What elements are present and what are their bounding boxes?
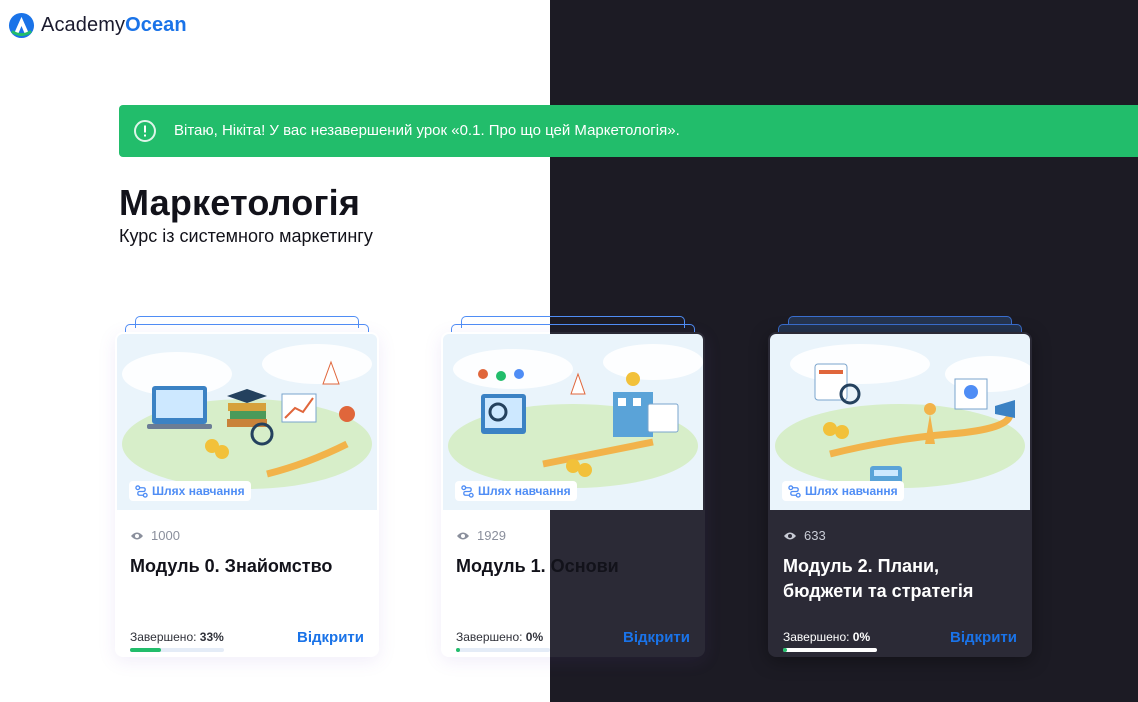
module-card-body: Шлях навчання 1929 Модуль 1. Основи Заве… (441, 332, 705, 657)
progress-bar (130, 648, 224, 652)
page-title: Маркетологія (119, 182, 361, 223)
progress-bar-fill (456, 648, 460, 652)
views-count: 1929 (456, 528, 506, 543)
module-card-body: Шлях навчання 1000 Модуль 0. Знайомство … (115, 332, 379, 657)
route-icon (788, 484, 801, 498)
logo-icon (8, 12, 35, 39)
logo-text: AcademyOcean (41, 14, 187, 36)
completion-text: Завершено: 0% (783, 630, 871, 644)
module-title[interactable]: Модуль 1. Основи (456, 554, 692, 579)
learning-path-label: Шлях навчання (152, 484, 245, 498)
module-title[interactable]: Модуль 2. Плани, бюджети та стратегія (783, 554, 1019, 604)
eye-icon (784, 532, 796, 539)
open-module-button[interactable]: Відкрити (297, 629, 364, 646)
learning-path-label: Шлях навчання (805, 484, 898, 498)
views-count: 633 (783, 528, 826, 543)
unfinished-lesson-banner: Вітаю, Нікіта! У вас незавершений урок «… (119, 105, 1138, 157)
module-card[interactable]: Шлях навчання 1929 Модуль 1. Основи Заве… (441, 316, 705, 657)
module-card-body: Шлях навчання 633 Модуль 2. Плани, бюдже… (768, 332, 1032, 657)
module-title[interactable]: Модуль 0. Знайомство (130, 554, 366, 579)
eye-icon (457, 532, 469, 539)
views-value: 1929 (477, 528, 506, 543)
completion-text: Завершено: 0% (456, 630, 544, 644)
learning-path-badge: Шлях навчання (782, 481, 904, 501)
completion-text: Завершено: 33% (130, 630, 224, 644)
alert-circle-icon (134, 120, 156, 142)
route-icon (135, 484, 148, 498)
progress-bar (783, 648, 877, 652)
page-subtitle: Курс із системного маркетингу (119, 226, 373, 246)
learning-path-label: Шлях навчання (478, 484, 571, 498)
banner-message: Вітаю, Нікіта! У вас незавершений урок «… (174, 122, 680, 139)
module-card[interactable]: Шлях навчання 633 Модуль 2. Плани, бюдже… (768, 316, 1032, 657)
progress-bar (456, 648, 550, 652)
module-card[interactable]: Шлях навчання 1000 Модуль 0. Знайомство … (115, 316, 379, 657)
route-icon (461, 484, 474, 498)
learning-path-badge: Шлях навчання (455, 481, 577, 501)
views-value: 633 (804, 528, 826, 543)
open-module-button[interactable]: Відкрити (623, 629, 690, 646)
learning-path-badge: Шлях навчання (129, 481, 251, 501)
academy-ocean-logo[interactable]: AcademyOcean (8, 12, 187, 39)
views-value: 1000 (151, 528, 180, 543)
open-module-button[interactable]: Відкрити (950, 629, 1017, 646)
progress-bar-fill (783, 648, 787, 652)
eye-icon (131, 532, 143, 539)
progress-bar-fill (130, 648, 162, 652)
views-count: 1000 (130, 528, 180, 543)
